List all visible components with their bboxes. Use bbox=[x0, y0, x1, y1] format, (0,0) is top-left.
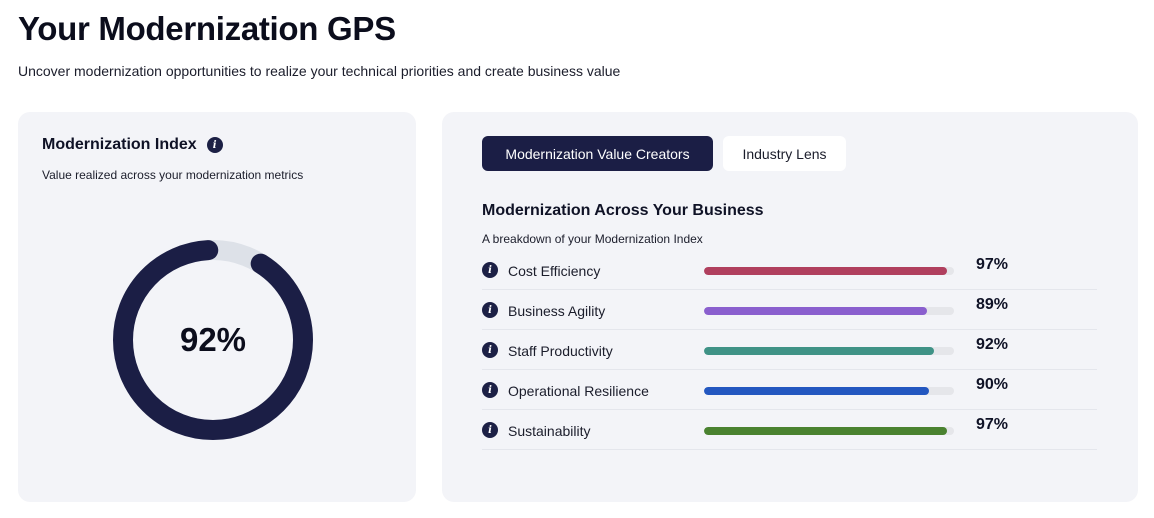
info-icon[interactable]: i bbox=[482, 382, 498, 398]
info-icon[interactable]: i bbox=[206, 137, 223, 153]
metric-bar-track bbox=[704, 267, 954, 275]
tab-industry-lens[interactable]: Industry Lens bbox=[723, 136, 846, 171]
metric-bar-fill bbox=[704, 387, 929, 395]
metric-value: 90% bbox=[976, 376, 1009, 393]
info-icon[interactable]: i bbox=[482, 262, 498, 278]
metric-bar-fill bbox=[704, 347, 934, 355]
metric-value: 97% bbox=[976, 416, 1009, 433]
breakdown-description: A breakdown of your Modernization Index bbox=[482, 232, 703, 246]
metric-row-cost-efficiency: i Cost Efficiency 97% bbox=[482, 250, 1097, 290]
tab-modernization-value-creators[interactable]: Modernization Value Creators bbox=[482, 136, 713, 171]
modernization-index-card: Modernization Index i Value realized acr… bbox=[18, 112, 416, 502]
info-icon[interactable]: i bbox=[482, 302, 498, 318]
metric-value: 89% bbox=[976, 296, 1009, 313]
breakdown-title: Modernization Across Your Business bbox=[482, 202, 764, 219]
metric-row-business-agility: i Business Agility 89% bbox=[482, 290, 1097, 330]
metrics-list: i Cost Efficiency 97% i Business Agility… bbox=[482, 250, 1097, 450]
page-title: Your Modernization GPS bbox=[18, 10, 396, 47]
metric-row-sustainability: i Sustainability 97% bbox=[482, 410, 1097, 450]
metric-bar-track bbox=[704, 387, 954, 395]
index-title-row: Modernization Index i bbox=[42, 136, 223, 154]
index-description: Value realized across your modernization… bbox=[42, 168, 304, 182]
info-icon[interactable]: i bbox=[482, 342, 498, 358]
metric-bar-fill bbox=[704, 427, 947, 435]
metric-value: 92% bbox=[976, 336, 1009, 353]
metric-label: Business Agility bbox=[508, 303, 606, 319]
metric-bar-track bbox=[704, 427, 954, 435]
metric-bar-track bbox=[704, 347, 954, 355]
metric-label: Operational Resilience bbox=[508, 383, 649, 399]
metric-bar-track bbox=[704, 307, 954, 315]
index-title: Modernization Index bbox=[42, 136, 197, 153]
metric-row-staff-productivity: i Staff Productivity 92% bbox=[482, 330, 1097, 370]
metric-bar-fill bbox=[704, 267, 947, 275]
metric-label: Sustainability bbox=[508, 423, 591, 439]
metric-row-operational-resilience: i Operational Resilience 90% bbox=[482, 370, 1097, 410]
metric-label: Cost Efficiency bbox=[508, 263, 601, 279]
metric-value: 97% bbox=[976, 256, 1009, 273]
index-value: 92% bbox=[179, 321, 247, 358]
metric-bar-fill bbox=[704, 307, 927, 315]
page-subtitle: Uncover modernization opportunities to r… bbox=[18, 63, 621, 79]
info-icon[interactable]: i bbox=[482, 422, 498, 438]
metric-label: Staff Productivity bbox=[508, 343, 613, 359]
breakdown-card: Modernization Value Creators Industry Le… bbox=[442, 112, 1138, 502]
